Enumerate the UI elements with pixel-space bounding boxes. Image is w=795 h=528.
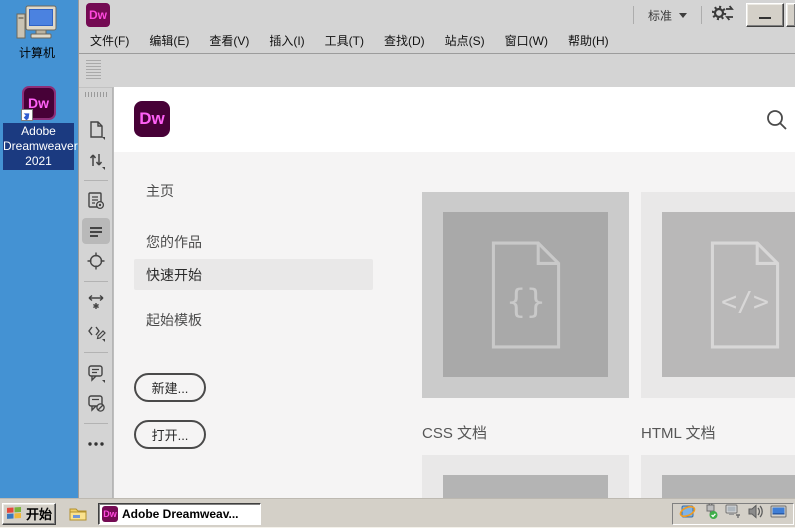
volume-icon[interactable] — [747, 503, 764, 525]
nav-home[interactable]: 主页 — [146, 181, 174, 201]
welcome-header: Dw — [114, 87, 795, 152]
safely-remove-hardware-icon[interactable] — [702, 503, 719, 525]
menu-file[interactable]: 文件(F) — [80, 30, 139, 53]
menu-bar: 文件(F) 编辑(E) 查看(V) 插入(I) 工具(T) 查找(D) 站点(S… — [79, 30, 795, 54]
screen: 计算机 Dw Adobe Dreamweaver 2021 Dw 标准 — [0, 0, 795, 528]
shortcut-arrow-icon — [21, 109, 33, 121]
new-file-icon[interactable] — [82, 117, 110, 143]
task-label: Adobe Dreamweav... — [122, 507, 238, 521]
nav-quick-start[interactable]: 快速开始 — [134, 259, 373, 290]
app-icon-small[interactable]: Dw — [86, 3, 110, 27]
card-thumbnail[interactable]: </> — [641, 192, 795, 398]
svg-text:{}: {} — [506, 282, 545, 320]
locate-in-site-icon[interactable] — [82, 248, 110, 274]
toolbar-divider — [84, 352, 108, 353]
toolbar-strip — [79, 54, 795, 87]
dreamweaver-task-icon: Dw — [102, 506, 118, 522]
search-icon[interactable] — [765, 108, 789, 137]
menu-find[interactable]: 查找(D) — [374, 30, 435, 53]
start-button[interactable]: 开始 — [2, 503, 56, 525]
menu-window[interactable]: 窗口(W) — [495, 30, 558, 53]
sort-files-icon[interactable] — [82, 147, 110, 173]
minimize-button[interactable] — [746, 3, 784, 27]
nav-your-work[interactable]: 您的作品 — [146, 232, 202, 252]
left-toolbar — [79, 87, 113, 498]
card-thumbnail-partial[interactable] — [641, 455, 795, 498]
format-source-icon[interactable] — [82, 218, 110, 244]
title-bar[interactable]: Dw 标准 — [79, 0, 795, 30]
dreamweaver-logo: Dw — [134, 101, 170, 137]
word-wrap-icon[interactable] — [82, 289, 110, 315]
menu-edit[interactable]: 编辑(E) — [139, 30, 199, 53]
desktop-icon-computer[interactable]: 计算机 — [6, 4, 68, 61]
nav-starter-templates[interactable]: 起始模板 — [146, 310, 202, 330]
system-tray — [672, 503, 794, 525]
more-options-icon[interactable] — [82, 431, 110, 457]
divider — [701, 6, 702, 24]
welcome-body: 主页 您的作品 快速开始 起始模板 新建... 打开... — [114, 152, 795, 498]
comment-icon[interactable] — [82, 360, 110, 386]
workspace-settings-icon[interactable] — [712, 4, 736, 27]
card-label: CSS 文档 — [422, 422, 629, 443]
network-icon[interactable] — [724, 503, 741, 525]
dw-logo-text: Dw — [103, 509, 117, 519]
desktop-icon-label-selected: Adobe Dreamweaver 2021 — [3, 123, 74, 170]
new-button[interactable]: 新建... — [134, 373, 206, 402]
open-button[interactable]: 打开... — [134, 420, 206, 449]
welcome-screen: Dw 主页 您的作品 快速开始 起始模板 新建... 打开... — [113, 87, 795, 498]
menu-site[interactable]: 站点(S) — [435, 30, 495, 53]
display-icon[interactable] — [770, 503, 787, 525]
chevron-down-icon — [679, 13, 687, 18]
taskbar: 开始 Dw Adobe Dreamweav... — [0, 498, 795, 528]
css-file-icon: {} — [480, 239, 572, 351]
card-thumbnail[interactable]: {} — [422, 192, 629, 398]
dreamweaver-window: Dw 标准 — [78, 0, 795, 498]
menu-tools[interactable]: 工具(T) — [315, 30, 374, 53]
toolbar-divider — [84, 423, 108, 424]
menu-insert[interactable]: 插入(I) — [259, 30, 314, 53]
dw-logo-text: Dw — [139, 109, 165, 129]
taskbar-task-dreamweaver[interactable]: Dw Adobe Dreamweav... — [98, 503, 261, 525]
svg-text:</>: </> — [721, 286, 769, 317]
start-label: 开始 — [26, 504, 52, 523]
menu-help[interactable]: 帮助(H) — [558, 30, 619, 53]
computer-icon — [16, 4, 58, 42]
menu-view[interactable]: 查看(V) — [199, 30, 259, 53]
card-html-document[interactable]: </> HTML 文档 — [641, 192, 795, 498]
dw-logo-text: Dw — [89, 8, 107, 22]
code-format-icon[interactable] — [82, 319, 110, 345]
card-css-document[interactable]: {} CSS 文档 — [422, 192, 629, 498]
toolbar-divider — [84, 180, 108, 181]
workspace-switcher[interactable]: 标准 — [644, 7, 691, 24]
windows-activation-icon[interactable] — [679, 503, 696, 525]
html-file-icon: </> — [699, 239, 791, 351]
live-view-options-icon[interactable] — [82, 188, 110, 214]
nav-quick-start-label: 快速开始 — [146, 265, 202, 285]
desktop-icon-label: 计算机 — [19, 44, 55, 61]
workspace-label: 标准 — [648, 7, 672, 24]
card-label: HTML 文档 — [641, 422, 795, 443]
divider — [633, 6, 634, 24]
toolbar-divider — [84, 281, 108, 282]
maximize-button-partial[interactable] — [786, 3, 795, 27]
desktop-icon-dreamweaver[interactable]: Dw Adobe Dreamweaver 2021 — [3, 86, 74, 170]
toolbar-grip[interactable] — [86, 58, 101, 79]
card-thumbnail-partial[interactable] — [422, 455, 629, 498]
windows-logo-icon — [6, 506, 23, 521]
minimize-icon — [759, 17, 771, 19]
dreamweaver-app-icon: Dw — [22, 86, 56, 120]
quick-launch-icon[interactable] — [68, 504, 88, 524]
comment-disabled-icon[interactable] — [82, 390, 110, 416]
quick-start-cards: {} CSS 文档 — [422, 192, 795, 498]
toolbar-grip[interactable] — [85, 92, 107, 97]
